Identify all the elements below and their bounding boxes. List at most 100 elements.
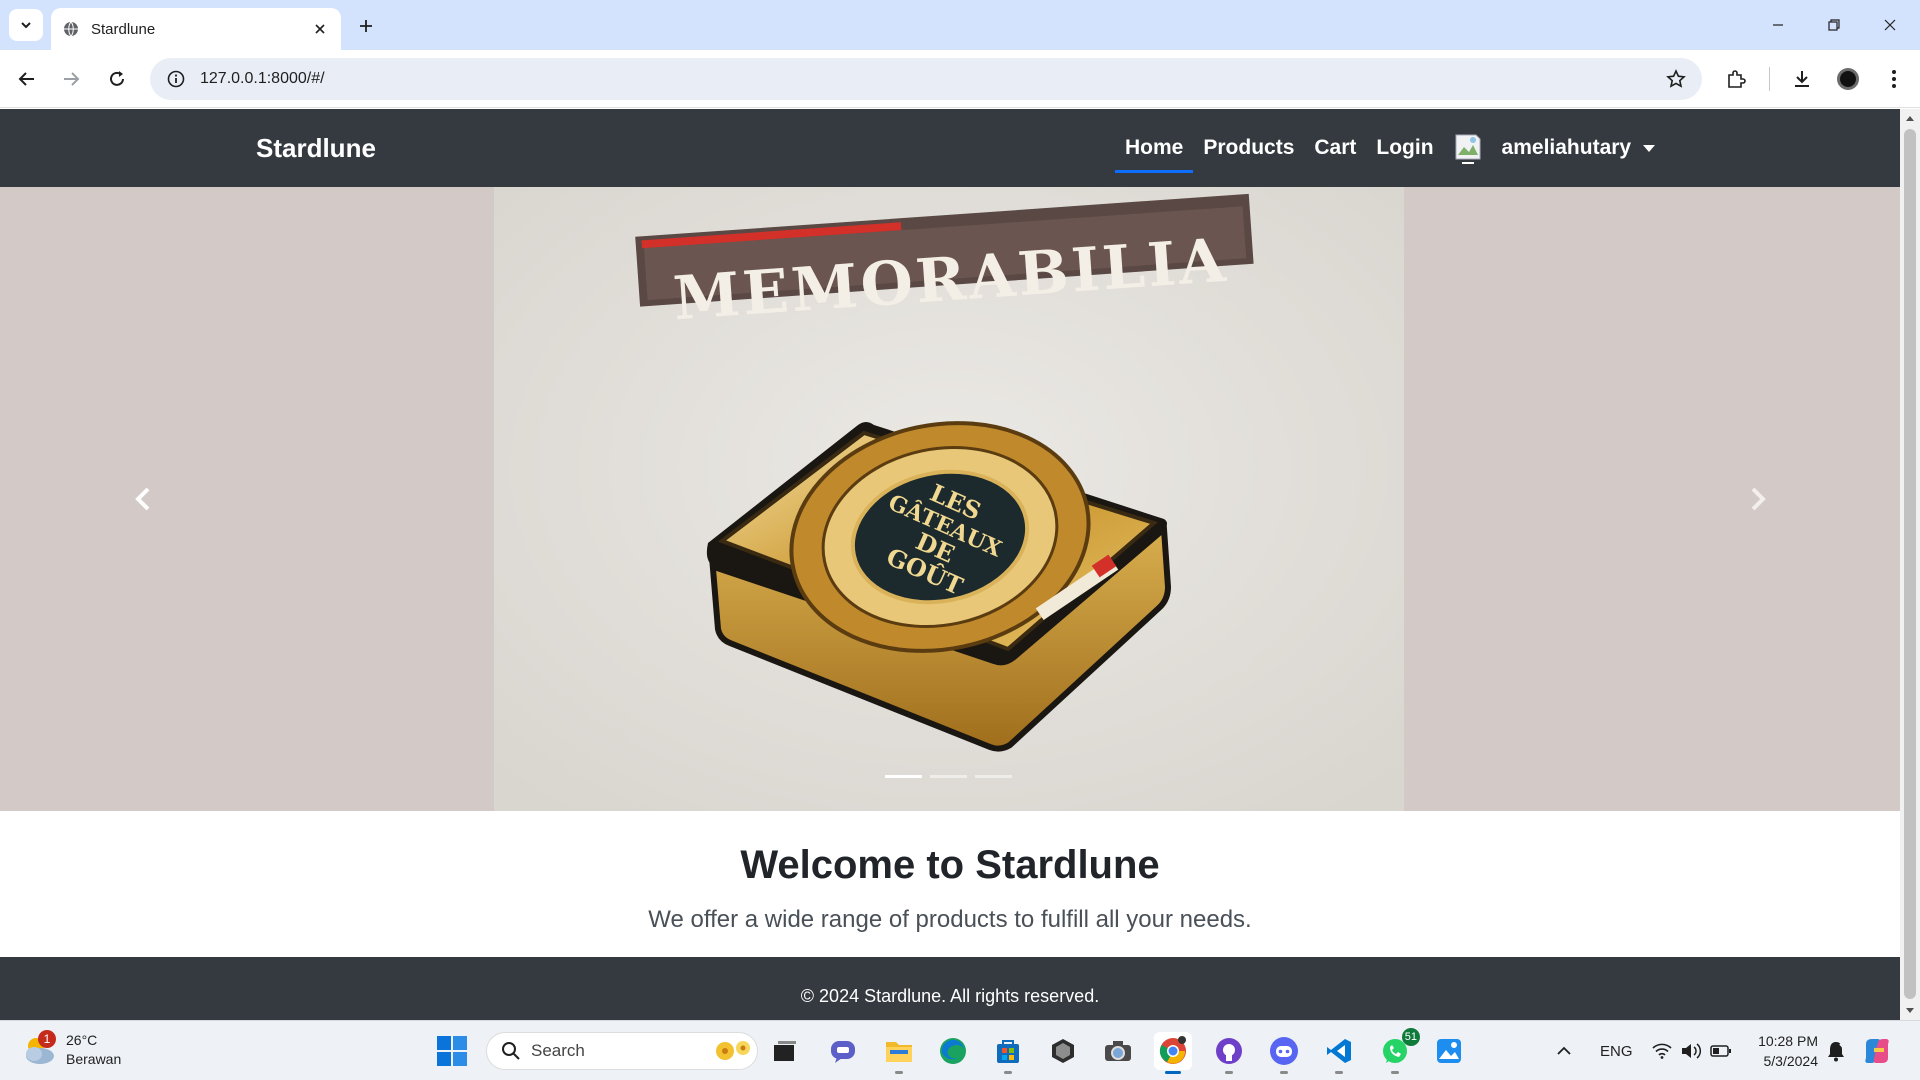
star-icon[interactable]: [1664, 67, 1688, 91]
scroll-up-arrow-icon[interactable]: [1900, 109, 1920, 127]
network-volume-battery[interactable]: [1652, 1021, 1732, 1080]
globe-icon: [64, 21, 78, 37]
url-text[interactable]: 127.0.0.1:8000/#/: [200, 70, 1664, 88]
battery-icon: [1710, 1045, 1731, 1057]
store-bag-icon: [997, 1040, 1019, 1063]
search-highlight-flower-icon: [716, 1041, 750, 1060]
camera-icon: [1105, 1041, 1131, 1061]
chevron-up-icon: [1557, 1046, 1571, 1055]
bell-do-not-disturb-icon: [1828, 1042, 1845, 1062]
profile-button[interactable]: [1832, 64, 1864, 94]
chevron-down-icon: [21, 22, 31, 29]
chevron-left-icon: [134, 487, 149, 511]
scroll-thumb[interactable]: [1904, 129, 1916, 999]
github-desktop-app[interactable]: [1210, 1032, 1248, 1074]
notifications-button[interactable]: [1826, 1021, 1846, 1080]
carousel-prev-button[interactable]: [0, 187, 285, 811]
edge-app[interactable]: [934, 1032, 972, 1070]
task-view-app[interactable]: [766, 1032, 804, 1070]
welcome-subtitle: We offer a wide range of products to ful…: [648, 906, 1252, 933]
chrome-app[interactable]: [1154, 1032, 1192, 1074]
nav-home[interactable]: Home: [1115, 109, 1194, 187]
wifi-icon: [1652, 1043, 1672, 1059]
profile-avatar-icon: [1837, 68, 1859, 90]
minimize-icon: [1773, 24, 1783, 26]
username: ameliahutary: [1501, 136, 1632, 159]
github-icon: [1216, 1038, 1242, 1064]
scroll-down-arrow-icon[interactable]: [1900, 1002, 1920, 1020]
welcome-section: Welcome to Stardlune We offer a wide ran…: [0, 811, 1900, 957]
welcome-title: Welcome to Stardlune: [740, 843, 1160, 887]
camera-app[interactable]: [1099, 1032, 1137, 1070]
reload-button[interactable]: [102, 64, 132, 94]
whatsapp-app[interactable]: 51: [1376, 1028, 1420, 1074]
unity-hub-app[interactable]: [1044, 1032, 1082, 1070]
tab-search-button[interactable]: [9, 9, 43, 41]
edge-browser-icon: [940, 1038, 966, 1064]
discord-icon: [1270, 1037, 1298, 1065]
puzzle-icon: [1728, 70, 1746, 88]
nav-products[interactable]: Products: [1193, 109, 1304, 187]
tray-overflow[interactable]: [1556, 1021, 1572, 1080]
copilot-icon: [1865, 1039, 1889, 1063]
taskbar-search[interactable]: Search: [486, 1032, 758, 1070]
file-explorer-app[interactable]: [880, 1032, 918, 1074]
discord-app[interactable]: [1265, 1032, 1303, 1074]
system-clock[interactable]: 10:28 PM 5/3/2024: [1752, 1031, 1818, 1071]
weather-alert-badge: 1: [38, 1030, 56, 1048]
cloud-sun-icon: 1: [20, 1030, 60, 1068]
nav-links: Home Products Cart Login ameliahutary: [1115, 109, 1656, 187]
minimize-button[interactable]: [1758, 10, 1798, 40]
kebab-menu-icon: [1892, 70, 1896, 88]
extensions-button[interactable]: [1720, 64, 1752, 94]
reload-icon: [110, 71, 124, 86]
page-viewport: Stardlune Home Products Cart Login ameli…: [0, 109, 1900, 1020]
hero-carousel: MEMORABILIA LES GÂTEAUX DE GOÛT: [0, 187, 1900, 811]
weather-widget[interactable]: 1 26°C Berawan: [20, 1030, 121, 1069]
microsoft-store-app[interactable]: [989, 1032, 1027, 1074]
whatsapp-unread-badge: 51: [1401, 1028, 1420, 1046]
restore-icon: [1828, 19, 1840, 31]
cube-icon: [1052, 1039, 1074, 1063]
language-label: ENG: [1600, 1042, 1633, 1060]
back-button[interactable]: [12, 64, 42, 94]
info-icon[interactable]: [166, 69, 186, 89]
broken-image-icon: [1455, 134, 1481, 164]
close-icon[interactable]: [311, 20, 329, 38]
vscode-icon: [1327, 1039, 1351, 1063]
forward-button[interactable]: [56, 64, 86, 94]
browser-tab-bar: Stardlune: [0, 0, 1920, 50]
weather-temperature: 26°C: [66, 1032, 98, 1048]
carousel-indicator-3[interactable]: [975, 775, 1012, 778]
carousel-indicator-2[interactable]: [930, 775, 967, 778]
toolbar-divider: [1769, 67, 1770, 91]
address-bar[interactable]: 127.0.0.1:8000/#/: [150, 58, 1702, 100]
window-close-button[interactable]: [1870, 10, 1910, 40]
page-scrollbar[interactable]: [1900, 109, 1920, 1020]
photos-app[interactable]: [1430, 1032, 1468, 1070]
tab-title: Stardlune: [91, 20, 156, 38]
volume-icon: [1682, 1043, 1702, 1059]
menu-button[interactable]: [1878, 64, 1910, 94]
restore-button[interactable]: [1814, 10, 1854, 40]
windows-start-button[interactable]: [436, 1035, 468, 1067]
vscode-app[interactable]: [1320, 1032, 1358, 1074]
task-view-icon: [774, 1041, 796, 1061]
clock-date: 5/3/2024: [1763, 1053, 1819, 1069]
site-brand[interactable]: Stardlune: [256, 133, 376, 164]
site-navbar: Stardlune Home Products Cart Login ameli…: [0, 109, 1900, 187]
language-indicator[interactable]: ENG: [1600, 1021, 1633, 1080]
carousel-next-button[interactable]: [1615, 187, 1900, 811]
copilot-button[interactable]: [1862, 1021, 1892, 1080]
user-dropdown[interactable]: ameliahutary: [1454, 109, 1656, 187]
downloads-button[interactable]: [1786, 64, 1818, 94]
new-tab-button[interactable]: [352, 12, 380, 40]
browser-tab[interactable]: Stardlune: [51, 8, 341, 50]
nav-login[interactable]: Login: [1366, 109, 1443, 187]
nav-cart[interactable]: Cart: [1304, 109, 1366, 187]
carousel-indicator-1[interactable]: [885, 775, 922, 778]
caret-down-icon: [1643, 144, 1656, 152]
arrow-left-icon: [18, 72, 34, 86]
teams-chat-app[interactable]: [824, 1032, 862, 1070]
chrome-icon: [1159, 1036, 1186, 1064]
